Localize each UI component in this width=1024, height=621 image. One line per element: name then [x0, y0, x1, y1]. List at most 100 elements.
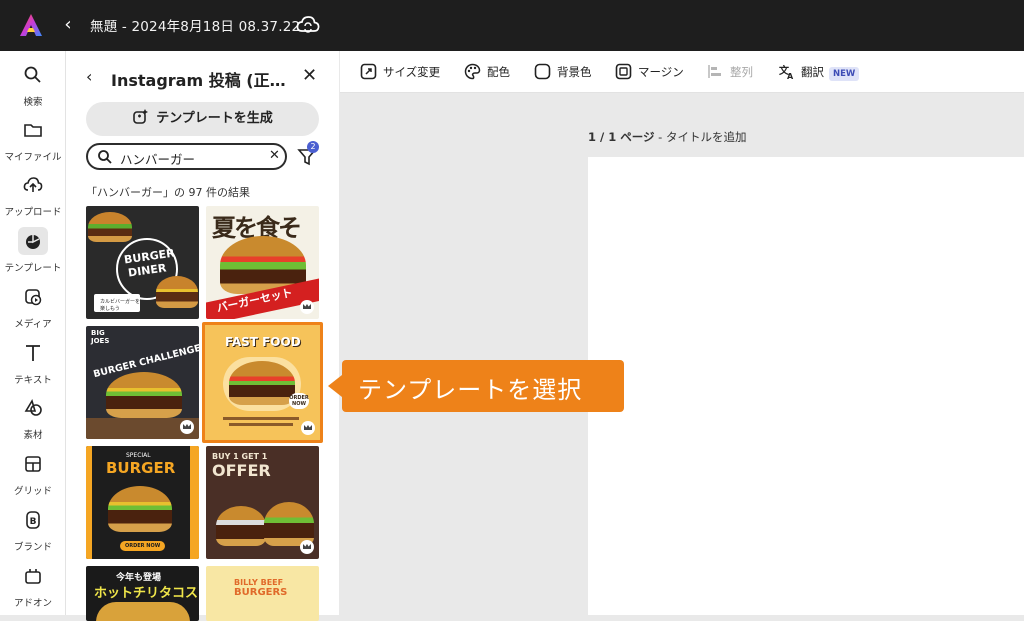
left-rail: 検索 マイファイル アップロード テンプレート メディア テキスト 素材 グリッ…: [0, 51, 66, 615]
rail-label: 素材: [23, 430, 43, 441]
callout-text: テンプレートを選択: [358, 376, 583, 404]
text-icon: [26, 345, 40, 361]
close-icon[interactable]: ✕: [302, 65, 317, 86]
search-icon: [24, 66, 41, 83]
search-value: ハンバーガー: [120, 152, 196, 167]
translate-icon: 文A: [779, 64, 794, 80]
background-label: 背景色: [557, 65, 592, 79]
template-text: ORDER NOW: [289, 393, 309, 409]
page-number: 1 / 1 ページ: [588, 130, 655, 144]
rail-item-my-files[interactable]: マイファイル: [0, 116, 66, 166]
svg-text:B: B: [30, 517, 37, 527]
rail-item-brand[interactable]: B ブランド: [0, 506, 66, 556]
new-badge: NEW: [829, 67, 860, 81]
page-indicator[interactable]: 1 / 1 ページ - タイトルを追加: [588, 129, 746, 145]
rail-label: グリッド: [13, 486, 52, 497]
rail-label: テンプレート: [4, 263, 62, 274]
rail-label: アップロード: [4, 207, 62, 218]
colors-button[interactable]: 配色: [464, 63, 510, 80]
premium-icon: [300, 540, 314, 554]
template-text: OFFER: [212, 461, 271, 480]
rail-label: 検索: [23, 97, 43, 108]
align-button[interactable]: 整列: [707, 63, 753, 80]
rail-item-addons[interactable]: アドオン: [0, 562, 66, 612]
generate-label: テンプレートを生成: [156, 111, 273, 126]
rail-item-media[interactable]: メディア: [0, 283, 66, 333]
template-thumbnail[interactable]: BILLY BEEF BURGERS: [206, 566, 319, 621]
template-text: ORDER NOW: [120, 541, 166, 551]
rail-item-templates[interactable]: テンプレート: [0, 227, 66, 277]
template-text: BURGERS: [234, 587, 288, 598]
premium-icon: [301, 421, 315, 435]
search-input[interactable]: ハンバーガー ✕: [86, 143, 287, 170]
media-icon: [25, 289, 42, 306]
align-icon: [708, 65, 721, 78]
premium-icon: [180, 420, 194, 434]
svg-text:A: A: [787, 72, 794, 80]
elements-icon: [24, 399, 42, 416]
templates-panel: ‹ Instagram 投稿 (正… ✕ テンプレートを生成 ハンバーガー ✕ …: [66, 51, 339, 621]
margin-icon: [615, 63, 632, 80]
background-icon: [534, 63, 551, 80]
resize-label: サイズ変更: [383, 65, 441, 79]
align-label: 整列: [730, 65, 753, 79]
background-color-button[interactable]: 背景色: [534, 63, 592, 80]
results-count: 「ハンバーガー」の 97 件の結果: [86, 186, 250, 199]
template-text: ホットチリタコス: [94, 586, 199, 601]
template-text: カルビバーガーを楽しもう: [100, 299, 141, 312]
template-text: BURGER: [106, 459, 176, 477]
canvas-toolbar: サイズ変更 配色 背景色 マージン 整列 文 A 翻訳 NEW: [340, 51, 1024, 93]
clear-icon[interactable]: ✕: [269, 148, 280, 163]
template-icon: [26, 235, 40, 249]
canvas-page[interactable]: [588, 157, 1024, 615]
rail-item-search[interactable]: 検索: [0, 61, 66, 111]
rail-label: ブランド: [13, 542, 52, 553]
top-bar: ‹ 無題 - 2024年8月18日 08.37.22: [0, 0, 1024, 51]
template-thumbnail-selected[interactable]: FAST FOOD ORDER NOW: [202, 322, 323, 443]
rail-item-text[interactable]: テキスト: [0, 339, 66, 389]
template-thumbnail[interactable]: 今年も登場 ホットチリタコス: [86, 566, 199, 621]
page-title-hint[interactable]: - タイトルを追加: [654, 130, 746, 144]
document-title[interactable]: 無題 - 2024年8月18日 08.37.22: [90, 15, 300, 35]
template-thumbnail[interactable]: 夏を食そ バーガーセット: [206, 206, 319, 319]
template-text: BILLY BEEF: [234, 578, 284, 587]
panel-title: Instagram 投稿 (正…: [111, 71, 286, 90]
rail-label: テキスト: [14, 375, 52, 386]
resize-icon: [360, 63, 377, 80]
generate-template-button[interactable]: テンプレートを生成: [86, 102, 319, 136]
template-text: JOES: [91, 337, 110, 345]
palette-icon: [464, 63, 481, 80]
template-thumbnail[interactable]: BIG JOES BURGER CHALLENGE: [86, 326, 199, 439]
rail-label: アドオン: [13, 598, 52, 609]
addon-icon: [25, 569, 41, 584]
template-thumbnail[interactable]: BURGER DINER カルビバーガーを楽しもう: [86, 206, 199, 319]
rail-item-elements[interactable]: 素材: [0, 394, 66, 444]
upload-icon: [23, 177, 43, 192]
template-text: FAST FOOD: [225, 335, 301, 349]
filter-count-badge: 2: [307, 141, 319, 153]
chevron-left-icon[interactable]: ‹: [86, 67, 92, 86]
margin-button[interactable]: マージン: [615, 63, 684, 80]
resize-button[interactable]: サイズ変更: [360, 63, 440, 80]
back-icon[interactable]: ‹: [60, 14, 76, 36]
rail-item-upload[interactable]: アップロード: [0, 171, 66, 221]
brand-icon: B: [26, 511, 40, 529]
template-thumbnail[interactable]: BUY 1 GET 1 OFFER: [206, 446, 319, 559]
translate-button[interactable]: 文 A 翻訳 NEW: [778, 63, 860, 81]
rail-label: マイファイル: [4, 152, 62, 163]
margin-label: マージン: [638, 65, 684, 79]
rail-item-grid[interactable]: グリッド: [0, 450, 66, 500]
rail-label: メディア: [14, 319, 52, 330]
adobe-express-logo[interactable]: [18, 12, 44, 38]
instruction-callout: テンプレートを選択: [328, 360, 624, 412]
colors-label: 配色: [487, 65, 510, 79]
cloud-sync-icon[interactable]: [296, 14, 320, 36]
template-text: BUY 1 GET 1: [212, 452, 268, 461]
template-thumbnail[interactable]: SPECIAL BURGER ORDER NOW: [86, 446, 199, 559]
folder-icon: [24, 124, 42, 137]
template-text: BIG: [91, 329, 105, 337]
search-icon: [98, 150, 112, 164]
template-text: SPECIAL: [126, 452, 151, 459]
grid-icon: [25, 456, 41, 472]
premium-icon: [300, 300, 314, 314]
